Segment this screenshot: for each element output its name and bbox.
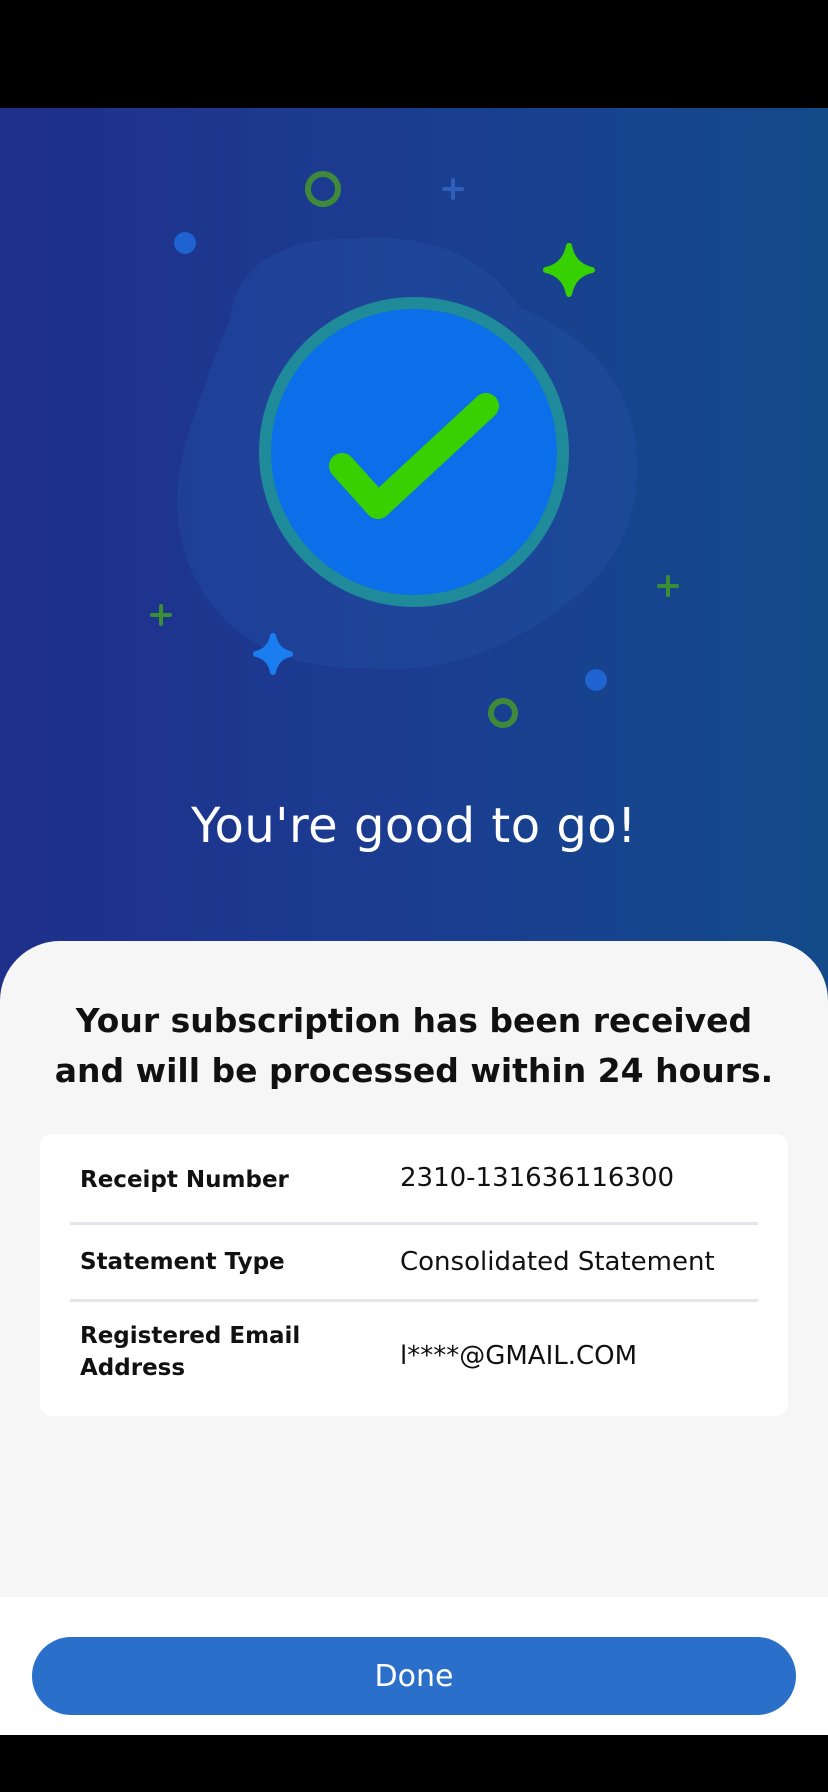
confirmation-message: Your subscription has been received and …: [54, 1001, 774, 1090]
detail-label: Statement Type: [80, 1249, 285, 1275]
detail-value: 2310-131636116300: [400, 1163, 675, 1193]
check-circle-icon: [259, 297, 569, 607]
hero-section: You're good to go!: [0, 108, 828, 1008]
detail-label: Registered Email Address: [80, 1323, 301, 1381]
footer: Done: [0, 1597, 828, 1735]
ring-decoration: [305, 171, 341, 207]
detail-row-statement-type: Statement Type Consolidated Statement: [70, 1224, 758, 1300]
detail-value: Consolidated Statement: [400, 1247, 715, 1277]
detail-row-receipt-number: Receipt Number 2310-131636116300: [70, 1134, 758, 1224]
navigation-bar: [0, 1735, 828, 1792]
done-button[interactable]: Done: [32, 1637, 796, 1715]
dot-decoration: [174, 232, 196, 254]
detail-label: Receipt Number: [80, 1167, 289, 1193]
detail-row-registered-email: Registered Email Address l****@GMAIL.COM: [70, 1300, 758, 1416]
sparkle-green-icon: [543, 243, 595, 297]
detail-value: l****@GMAIL.COM: [400, 1341, 638, 1371]
confirmation-sheet: Your subscription has been received and …: [0, 941, 828, 1597]
status-bar: [0, 0, 828, 108]
plus-decoration: [657, 575, 679, 597]
plus-decoration: [150, 604, 172, 626]
plus-decoration: [442, 178, 464, 200]
dot-decoration: [585, 669, 607, 691]
success-illustration: [150, 171, 679, 728]
success-title: You're good to go!: [191, 798, 637, 854]
details-card: Receipt Number 2310-131636116300 Stateme…: [40, 1134, 788, 1416]
ring-decoration: [488, 698, 518, 728]
